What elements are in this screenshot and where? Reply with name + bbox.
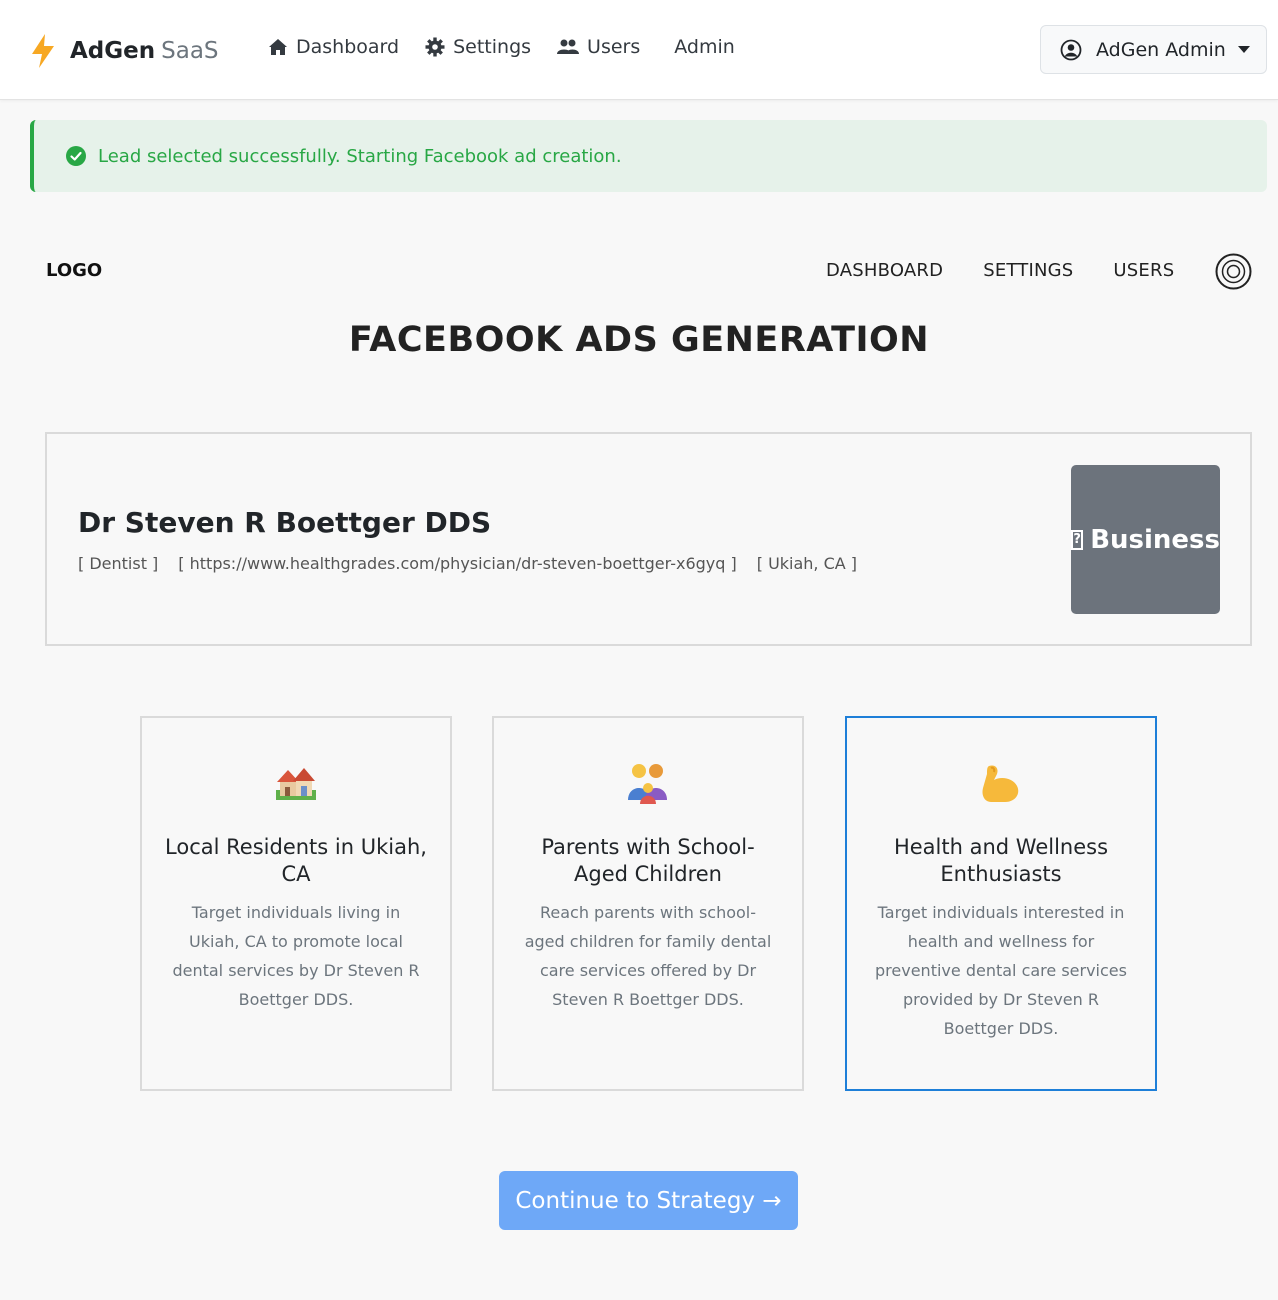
inner-nav-dashboard[interactable]: DASHBOARD [826,260,943,281]
user-menu-label: AdGen Admin [1096,38,1226,61]
nav-dashboard[interactable]: Dashboard [268,36,399,58]
chevron-down-icon [1237,46,1250,53]
user-circle-icon [1060,39,1082,60]
top-navbar: AdGen SaaS Dashboard Settings Users Admi… [0,0,1278,100]
nav-users-label: Users [587,36,641,58]
user-menu-dropdown[interactable]: AdGen Admin [1040,25,1267,74]
brand-suffix: SaaS [161,38,219,64]
audience-title: Local Residents in Ukiah, CA [165,835,427,886]
users-icon [557,39,580,54]
family-icon [628,764,667,804]
page-title: FACEBOOK ADS GENERATION [348,320,930,360]
brand-name: AdGen [70,38,156,64]
audience-title: Health and Wellness Enthusiasts [893,835,1109,886]
lightning-bolt-icon [32,34,54,68]
profile-circle-icon[interactable] [1215,253,1252,290]
success-alert: Lead selected successfully. Starting Fac… [30,120,1267,192]
audience-description: Target individuals living in Ukiah, CA t… [172,903,420,1009]
inner-navbar: LOGO DASHBOARD SETTINGS USERS [46,253,1252,290]
check-circle-icon [66,146,86,166]
nav-dashboard-label: Dashboard [296,36,400,58]
inner-logo[interactable]: LOGO [46,260,102,281]
broken-image-icon: ? [1071,529,1084,550]
inner-nav-users[interactable]: USERS [1113,260,1174,281]
business-image-label: Business [1090,524,1220,555]
nav-users[interactable]: Users [557,36,640,58]
business-name: Dr Steven R Boettger DDS [78,506,492,539]
audience-card-local-residents[interactable]: Local Residents in Ukiah, CA Target indi… [140,716,452,1091]
business-image: ? Business [1071,465,1220,614]
nav-admin-label: Admin [674,36,735,58]
business-category: [ Dentist ] [78,554,159,573]
audience-description: Reach parents with school-aged children … [524,903,772,1009]
alert-message: Lead selected successfully. Starting Fac… [98,145,622,167]
flexed-biceps-icon [982,765,1019,802]
business-meta: [ Dentist ] [ https://www.healthgrades.c… [78,554,877,573]
gear-icon [425,37,445,57]
audience-card-health-wellness[interactable]: Health and Wellness Enthusiasts Target i… [845,716,1157,1091]
business-url: [ https://www.healthgrades.com/physician… [178,554,737,573]
business-location: [ Ukiah, CA ] [756,554,858,573]
audience-card-parents[interactable]: Parents with School-Aged Children Reach … [492,716,804,1091]
business-card: Dr Steven R Boettger DDS [ Dentist ] [ h… [45,432,1252,646]
audience-title: Parents with School-Aged Children [541,835,755,886]
audience-description: Target individuals interested in health … [875,903,1127,1038]
inner-nav-settings[interactable]: SETTINGS [983,260,1073,281]
brand[interactable]: AdGen SaaS [30,34,219,68]
nav-settings[interactable]: Settings [425,36,531,58]
continue-to-strategy-button[interactable]: Continue to Strategy → [499,1171,798,1230]
houses-icon [276,768,316,800]
home-icon [269,39,287,55]
nav-admin[interactable]: Admin [674,36,735,58]
nav-settings-label: Settings [453,36,532,58]
